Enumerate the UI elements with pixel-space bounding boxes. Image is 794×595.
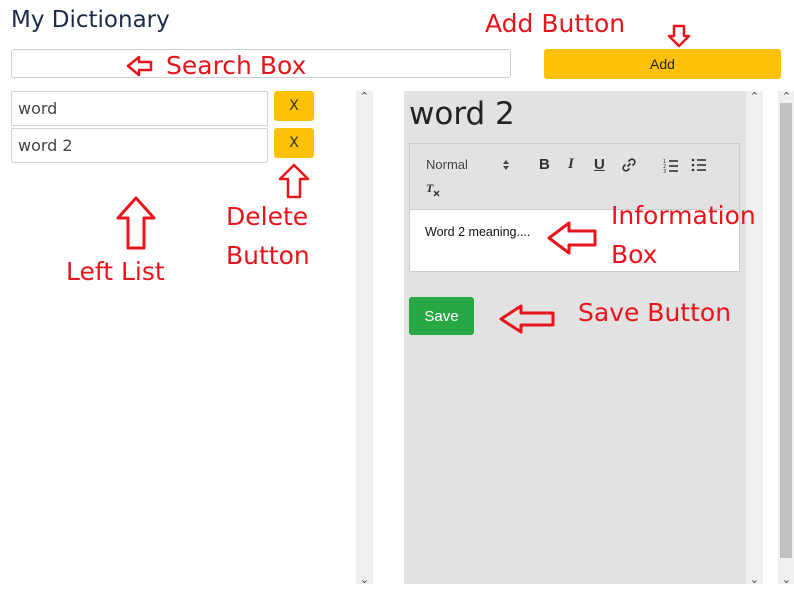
- left-list-scrollbar[interactable]: [356, 91, 373, 584]
- svg-text:T: T: [426, 181, 434, 195]
- annotation-delete-button-line1: Delete: [226, 202, 309, 231]
- underline-button[interactable]: U: [594, 156, 605, 173]
- svg-text:3: 3: [663, 169, 666, 173]
- save-button[interactable]: Save: [409, 297, 474, 335]
- arrow-up-icon: [278, 163, 310, 199]
- arrow-up-icon: [116, 196, 156, 250]
- arrow-left-icon: [126, 55, 153, 77]
- bullet-list-icon[interactable]: [691, 157, 707, 173]
- word-title: word 2: [409, 96, 515, 132]
- annotation-save-button: Save Button: [578, 298, 732, 327]
- arrow-left-icon: [499, 304, 555, 334]
- arrow-left-icon: [547, 221, 597, 255]
- list-item-label: word 2: [18, 136, 73, 155]
- italic-button[interactable]: I: [568, 156, 574, 173]
- scroll-up-arrow-icon[interactable]: ⌃: [778, 90, 794, 103]
- delete-button[interactable]: X: [274, 128, 314, 158]
- list-item[interactable]: word: [11, 91, 268, 126]
- scroll-up-arrow-icon[interactable]: ⌃: [356, 90, 373, 103]
- annotation-add-button: Add Button: [485, 9, 626, 38]
- add-button[interactable]: Add: [544, 49, 781, 79]
- scroll-down-arrow-icon[interactable]: ⌄: [746, 573, 763, 586]
- scroll-up-arrow-icon[interactable]: ⌃: [746, 90, 763, 103]
- format-select[interactable]: Normal: [426, 157, 468, 172]
- information-text: Word 2 meaning....: [425, 225, 531, 239]
- link-icon[interactable]: [621, 157, 637, 173]
- scroll-down-arrow-icon[interactable]: ⌄: [356, 573, 373, 586]
- annotation-information-box-line1: Information: [611, 201, 756, 230]
- clear-format-icon[interactable]: T: [425, 181, 441, 197]
- editor-scrollbar[interactable]: [746, 91, 763, 584]
- ordered-list-icon[interactable]: 1 2 3: [663, 157, 679, 173]
- scroll-down-arrow-icon[interactable]: ⌄: [778, 573, 794, 586]
- delete-button[interactable]: X: [274, 91, 314, 121]
- app-title: My Dictionary: [11, 7, 170, 33]
- list-item-label: word: [18, 99, 58, 118]
- arrow-down-icon: [667, 24, 691, 48]
- annotation-left-list: Left List: [66, 257, 165, 286]
- page-scrollbar-thumb[interactable]: [780, 103, 792, 558]
- select-arrows-icon: [503, 160, 509, 170]
- bold-button[interactable]: B: [539, 156, 550, 173]
- list-item[interactable]: word 2: [11, 128, 268, 163]
- annotation-delete-button-line2: Button: [226, 241, 310, 270]
- annotation-search-box: Search Box: [166, 51, 307, 80]
- annotation-information-box-line2: Box: [611, 240, 658, 269]
